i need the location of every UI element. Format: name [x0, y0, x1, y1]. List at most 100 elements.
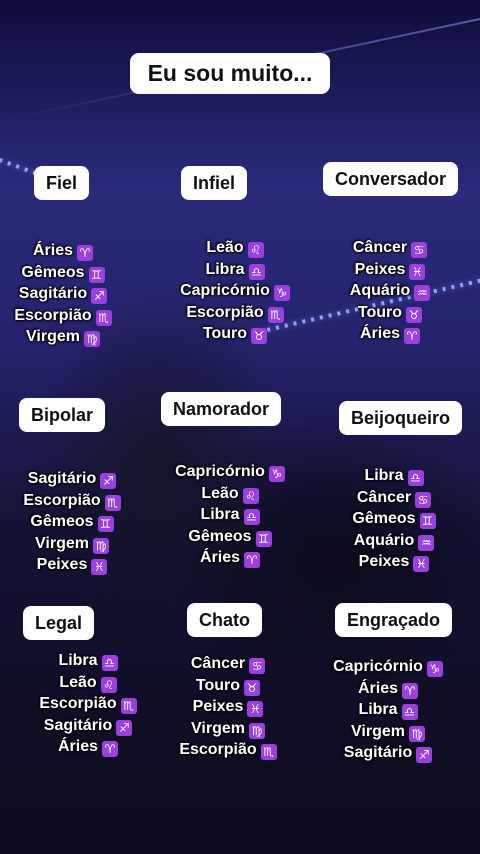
sign-item: Áries ♈	[162, 547, 298, 569]
sign-item: Gêmeos ♊	[0, 511, 144, 533]
zodiac-symbol-icon: ♋	[249, 658, 266, 674]
zodiac-symbol-icon: ♏	[260, 744, 277, 760]
sign-item: Escorpião ♏	[150, 302, 320, 324]
sign-name: Câncer	[352, 239, 408, 256]
sign-item: Gêmeos ♊	[162, 526, 298, 548]
zodiac-symbol-icon: ♒	[414, 285, 431, 301]
sign-list: Capricórnio ♑ Leão ♌ Libra ♎ Gêmeos ♊ Áries ♈	[162, 461, 298, 569]
sign-name: Virgem	[351, 722, 405, 740]
sign-item: Áries ♈	[320, 323, 460, 345]
sign-item: Áries ♈	[0, 240, 126, 262]
sign-name: Libra	[200, 506, 240, 523]
zodiac-symbol-icon: ♓	[413, 556, 430, 572]
zodiac-symbol-icon: ♓	[91, 559, 108, 575]
sign-item: Peixes ♓	[0, 554, 144, 576]
sign-name: Peixes	[36, 556, 88, 573]
zodiac-symbol-icon: ♊	[255, 530, 272, 547]
zodiac-symbol-icon: ♓	[247, 701, 264, 717]
sign-item: Virgem ♍	[320, 721, 456, 743]
sign-name: Libra	[364, 467, 404, 484]
category-label: Infiel	[181, 166, 248, 200]
zodiac-symbol-icon: ♌	[100, 676, 117, 693]
sign-item: Peixes ♓	[160, 696, 296, 718]
sign-name: Áries	[359, 325, 401, 342]
sign-name: Escorpião	[14, 306, 92, 324]
zodiac-symbol-icon: ♍	[92, 537, 109, 554]
zodiac-symbol-icon: ♈	[402, 682, 419, 699]
page-title: Eu sou muito...	[130, 53, 330, 94]
category-label: Beijoqueiro	[339, 401, 463, 435]
zodiac-symbol-icon: ♋	[415, 491, 432, 508]
zodiac-symbol-icon: ♍	[83, 331, 100, 347]
sign-name: Touro	[195, 676, 241, 694]
category-label: Engraçado	[335, 603, 453, 637]
sign-name: Aquário	[353, 531, 415, 549]
category-label: Chato	[187, 603, 262, 637]
sign-name: Leão	[59, 673, 97, 691]
zodiac-symbol-icon: ♎	[101, 655, 118, 671]
sign-name: Escorpião	[39, 695, 117, 712]
sign-name: Escorpião	[186, 303, 264, 321]
sign-item: Gêmeos ♊	[326, 508, 462, 530]
sign-name: Capricórnio	[333, 658, 423, 675]
sign-item: Touro ♉	[150, 323, 320, 345]
sign-list: Câncer ♋ Touro ♉ Peixes ♓ Virgem ♍ Escorpião ♏	[160, 653, 296, 761]
zodiac-symbol-icon: ♍	[408, 725, 425, 742]
sign-name: Gêmeos	[352, 510, 416, 527]
zodiac-symbol-icon: ♓	[409, 263, 426, 280]
sign-name: Virgem	[191, 719, 245, 737]
sign-item: Sagitário ♐	[0, 283, 126, 305]
sign-name: Peixes	[192, 698, 244, 715]
sign-name: Áries	[199, 549, 241, 566]
sign-name: Touro	[202, 325, 248, 342]
sign-item: Leão ♌	[150, 237, 320, 259]
zodiac-symbol-icon: ♏	[267, 306, 284, 323]
sign-item: Câncer ♋	[326, 487, 462, 509]
category-label: Conversador	[323, 162, 459, 196]
sign-item: Sagitário ♐	[20, 715, 156, 737]
zodiac-symbol-icon: ♊	[419, 513, 436, 529]
zodiac-symbol-icon: ♈	[404, 328, 421, 344]
sign-name: Áries	[32, 242, 74, 259]
zodiac-symbol-icon: ♏	[120, 698, 137, 714]
sign-name: Sagitário	[18, 285, 88, 302]
zodiac-symbol-icon: ♉	[251, 328, 268, 344]
sign-list: Áries ♈ Gêmeos ♊ Sagitário ♐ Escorpião ♏ Virgem ♍	[0, 240, 126, 348]
sign-list: Leão ♌ Libra ♎ Capricórnio ♑ Escorpião ♏ Touro ♉	[150, 237, 320, 345]
zodiac-symbol-icon: ♐	[91, 288, 108, 304]
sign-name: Sagitário	[27, 470, 97, 487]
sign-name: Libra	[205, 260, 245, 278]
sign-item: Sagitário ♐	[0, 468, 144, 490]
zodiac-symbol-icon: ♋	[411, 242, 428, 258]
sign-item: Câncer ♋	[160, 653, 296, 675]
sign-list: Capricórnio ♑ Áries ♈ Libra ♎ Virgem ♍ Sagitário…	[320, 656, 456, 764]
sign-item: Capricórnio ♑	[162, 461, 298, 483]
sign-name: Escorpião	[179, 741, 257, 758]
sign-item: Peixes ♓	[326, 551, 462, 573]
sign-name: Sagitário	[343, 744, 413, 761]
sign-item: Escorpião ♏	[160, 739, 296, 761]
sign-item: Câncer ♋	[320, 237, 460, 259]
sign-name: Gêmeos	[30, 513, 94, 530]
sign-name: Peixes	[354, 260, 406, 278]
sign-name: Áries	[57, 738, 99, 755]
zodiac-symbol-icon: ♉	[406, 306, 423, 323]
sign-item: Escorpião ♏	[0, 305, 126, 327]
sign-item: Áries ♈	[320, 678, 456, 700]
sign-name: Gêmeos	[21, 263, 85, 281]
sign-name: Virgem	[35, 534, 89, 552]
sign-name: Peixes	[358, 553, 410, 570]
sign-name: Libra	[358, 701, 398, 718]
sign-list: Libra ♎ Câncer ♋ Gêmeos ♊ Aquário ♒ Peixes ♓	[326, 465, 462, 573]
sign-item: Touro ♉	[160, 675, 296, 697]
zodiac-symbol-icon: ♐	[416, 747, 433, 763]
sign-name: Libra	[58, 652, 98, 669]
zodiac-symbol-icon: ♍	[248, 722, 265, 739]
sign-list: Libra ♎ Leão ♌ Escorpião ♏ Sagitário ♐ Áries ♈	[20, 650, 156, 758]
sign-name: Áries	[357, 679, 399, 697]
zodiac-symbol-icon: ♏	[104, 494, 121, 511]
sign-name: Leão	[201, 484, 239, 502]
sign-item: Capricórnio ♑	[150, 280, 320, 302]
sign-item: Capricórnio ♑	[320, 656, 456, 678]
sign-name: Sagitário	[43, 716, 113, 734]
